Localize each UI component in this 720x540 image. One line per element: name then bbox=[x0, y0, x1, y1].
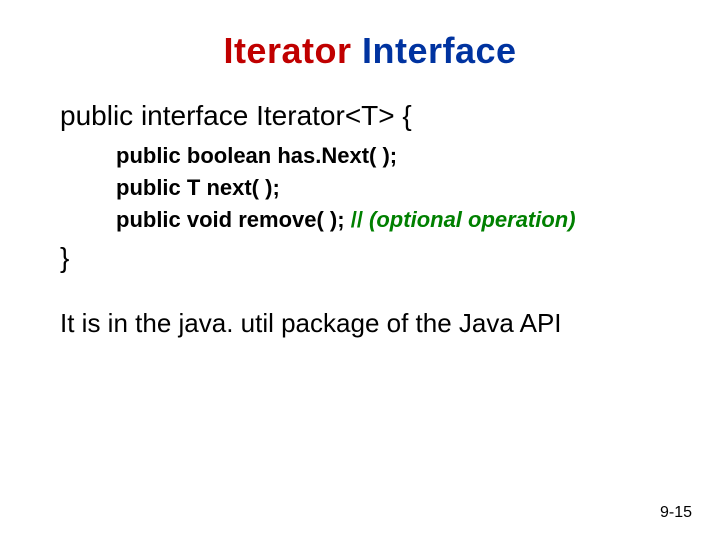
method-next: public T next( ); bbox=[116, 172, 680, 204]
title-part-interface: Interface bbox=[362, 30, 517, 71]
slide: Iterator Interface public interface Iter… bbox=[0, 0, 720, 540]
page-number: 9-15 bbox=[660, 504, 692, 522]
interface-declaration: public interface Iterator<T> { bbox=[60, 100, 680, 132]
comment-text: (optional operation) bbox=[369, 207, 576, 232]
title-part-iterator: Iterator bbox=[223, 30, 362, 71]
slide-title: Iterator Interface bbox=[60, 30, 680, 72]
comment-slashes: // bbox=[351, 207, 369, 232]
method-hasnext: public boolean has.Next( ); bbox=[116, 140, 680, 172]
method-remove-signature: public void remove( ); bbox=[116, 207, 351, 232]
method-block: public boolean has.Next( ); public T nex… bbox=[116, 140, 680, 236]
body-text: It is in the java. util package of the J… bbox=[60, 308, 680, 339]
close-brace: } bbox=[60, 242, 680, 274]
method-remove: public void remove( ); // (optional oper… bbox=[116, 204, 680, 236]
